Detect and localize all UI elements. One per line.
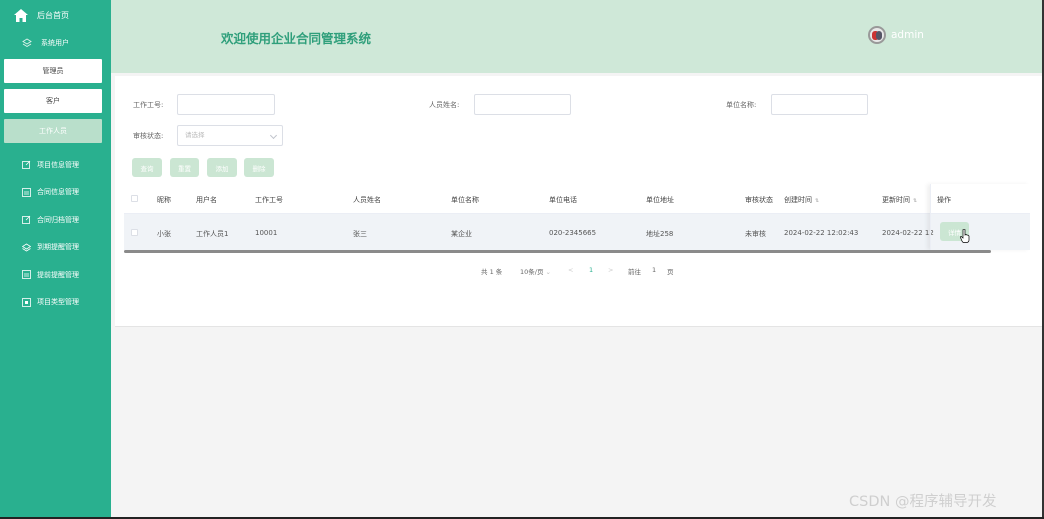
document-icon — [22, 187, 31, 197]
sidebar-item-contract-archive[interactable]: 合同归档管理 — [0, 206, 111, 234]
sidebar: 后台首页 系统用户 管理员 客户 工作人员 项目信息管理 合同信息管理 合同归档… — [0, 0, 111, 519]
audit-status-placeholder: 请选择 — [185, 131, 205, 139]
cell-worker-no: 10001 — [255, 229, 278, 237]
reset-button[interactable]: 重置 — [170, 158, 199, 177]
col-update-time[interactable]: 更新时间 ⇅ — [882, 195, 917, 205]
edit-icon — [22, 215, 31, 225]
query-button[interactable]: 查询 — [132, 158, 162, 177]
col-username: 用户名 — [196, 196, 217, 204]
cell-person-name: 张三 — [353, 230, 367, 238]
sidebar-home[interactable]: 后台首页 — [0, 0, 111, 30]
sidebar-item-label: 合同信息管理 — [37, 188, 79, 197]
col-unit-address: 单位地址 — [646, 196, 674, 204]
sidebar-item-label: 提前提醒管理 — [37, 270, 79, 279]
cell-unit-name: 某企业 — [451, 230, 472, 238]
pagination-goto-input[interactable]: 1 — [652, 266, 656, 274]
row-checkbox[interactable] — [131, 229, 138, 236]
sidebar-item-label: 项目类型管理 — [37, 298, 79, 307]
horizontal-scrollbar[interactable] — [124, 250, 991, 253]
pagination-page-size[interactable]: 10条/页 ⌄ — [520, 266, 551, 276]
col-audit-status: 审核状态 — [745, 196, 773, 204]
audit-status-select[interactable]: 请选择 — [177, 125, 283, 146]
home-icon — [14, 8, 28, 22]
sidebar-item-contract-info[interactable]: 合同信息管理 — [0, 179, 111, 207]
pagination-goto-label: 前往 — [628, 268, 641, 276]
page-title: 欢迎使用企业合同管理系统 — [221, 31, 372, 46]
sidebar-home-label: 后台首页 — [37, 10, 69, 20]
edit-icon — [22, 160, 31, 170]
username: admin — [891, 29, 924, 41]
watermark: CSDN @程序辅导开发 — [849, 494, 997, 510]
col-person-name: 人员姓名 — [353, 196, 381, 204]
sidebar-item-project-type[interactable]: 项目类型管理 — [0, 289, 111, 317]
header: 欢迎使用企业合同管理系统 admin — [111, 0, 1044, 73]
sidebar-item-advance-reminder[interactable]: 提前提醒管理 — [0, 261, 111, 289]
col-create-time[interactable]: 创建时间 ⇅ — [784, 195, 819, 205]
select-all-checkbox[interactable] — [131, 195, 138, 202]
sort-icon: ⇅ — [913, 198, 918, 204]
table-row[interactable]: 小张 工作人员1 10001 张三 某企业 020-2345665 地址258 … — [124, 213, 1030, 250]
document-icon — [22, 270, 31, 280]
sidebar-group-system-users[interactable]: 系统用户 — [0, 30, 111, 56]
sidebar-sub-customer[interactable]: 客户 — [4, 89, 102, 113]
table-header: 昵称 用户名 工作工号 人员姓名 单位名称 单位电话 单位地址 审核状态 创建时… — [124, 184, 1030, 213]
person-name-input[interactable] — [474, 94, 571, 115]
user-menu[interactable]: admin — [868, 26, 924, 44]
cell-audit-status: 未审核 — [745, 230, 766, 238]
sort-icon: ⇅ — [815, 198, 820, 204]
sidebar-sub-admin[interactable]: 管理员 — [4, 59, 102, 83]
pagination-page-suffix: 页 — [667, 268, 674, 276]
worker-no-input[interactable] — [177, 94, 275, 115]
cell-unit-address: 地址258 — [646, 230, 674, 238]
unit-name-label: 单位名称: — [726, 101, 757, 109]
cell-update-time: 2024-02-22 12 — [882, 229, 934, 237]
grid-icon — [22, 297, 31, 307]
sidebar-item-label: 项目信息管理 — [37, 160, 79, 169]
cell-nickname: 小张 — [157, 230, 171, 238]
sidebar-item-project-info[interactable]: 项目信息管理 — [0, 151, 111, 179]
pagination-page-1[interactable]: 1 — [589, 266, 593, 274]
sidebar-group-label: 系统用户 — [41, 39, 69, 47]
col-nickname: 昵称 — [157, 196, 171, 204]
sidebar-item-label: 到期提醒管理 — [37, 243, 79, 252]
person-name-label: 人员姓名: — [429, 101, 460, 109]
cell-unit-phone: 020-2345665 — [549, 229, 597, 237]
delete-button[interactable]: 删除 — [244, 158, 274, 177]
layers-icon — [22, 38, 32, 48]
col-unit-name: 单位名称 — [451, 196, 479, 204]
col-worker-no: 工作工号 — [255, 196, 283, 204]
unit-name-input[interactable] — [771, 94, 868, 115]
avatar — [868, 26, 886, 44]
col-unit-phone: 单位电话 — [549, 196, 577, 204]
pagination-total: 共 1 条 — [481, 268, 503, 276]
sidebar-sub-staff[interactable]: 工作人员 — [4, 119, 102, 143]
main-content: 工作工号: 人员姓名: 单位名称: 审核状态: 请选择 查询 重置 添加 删除 … — [115, 76, 1042, 327]
cell-create-time: 2024-02-22 12:02:43 — [784, 229, 859, 237]
pagination-prev[interactable]: < — [568, 266, 573, 274]
audit-status-label: 审核状态: — [133, 132, 164, 140]
sidebar-item-expiry-reminder[interactable]: 到期提醒管理 — [0, 234, 111, 262]
add-button[interactable]: 添加 — [207, 158, 237, 177]
layers-icon — [22, 243, 31, 252]
hand-cursor-icon — [960, 229, 970, 243]
cell-username: 工作人员1 — [196, 230, 229, 238]
worker-no-label: 工作工号: — [133, 101, 164, 109]
chevron-down-icon — [269, 131, 278, 140]
pagination-next[interactable]: > — [608, 266, 613, 274]
sidebar-item-label: 合同归档管理 — [37, 215, 79, 224]
